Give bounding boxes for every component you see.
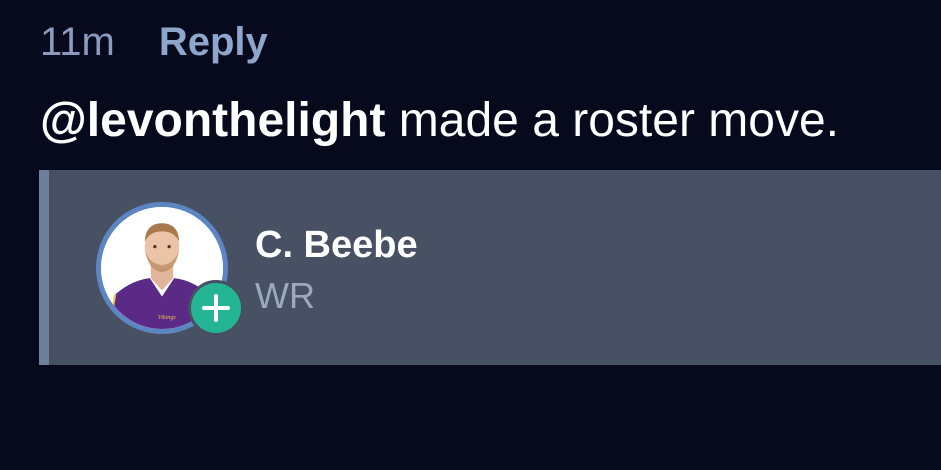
player-position: WR bbox=[255, 275, 315, 316]
post-message: @levonthelight made a roster move. bbox=[40, 92, 839, 150]
activity-feed-item: 11m Reply @levonthelight made a roster m… bbox=[0, 0, 941, 470]
reply-button[interactable]: Reply bbox=[159, 18, 268, 66]
user-handle-link[interactable]: @levonthelight bbox=[40, 94, 385, 147]
message-text: made a roster move. bbox=[385, 94, 839, 147]
post-meta-row: 11m Reply bbox=[40, 18, 268, 66]
timestamp: 11m bbox=[40, 20, 115, 64]
roster-move-card[interactable]: Vikings C. Beebe WR bbox=[39, 170, 941, 365]
player-avatar-wrapper: Vikings bbox=[96, 202, 244, 336]
add-player-badge bbox=[188, 280, 244, 336]
player-name[interactable]: C. Beebe bbox=[255, 222, 418, 268]
plus-icon bbox=[202, 294, 230, 322]
svg-text:Vikings: Vikings bbox=[158, 315, 176, 321]
